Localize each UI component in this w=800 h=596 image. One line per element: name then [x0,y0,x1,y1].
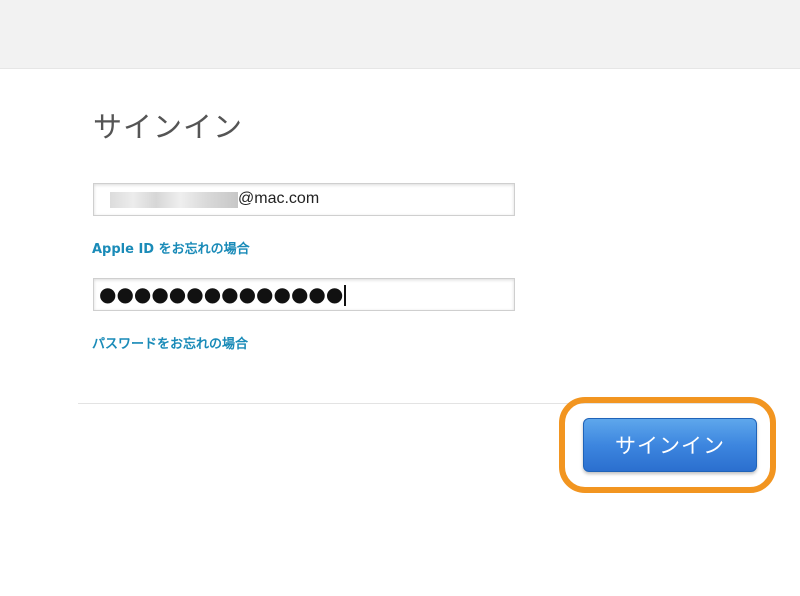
text-caret [344,285,346,306]
forgot-apple-id-link[interactable]: Apple ID をお忘れの場合 [92,238,250,257]
email-domain-text: @mac.com [238,190,320,207]
password-input[interactable]: ●●●●●●●●●●●●●● [93,278,515,311]
page-title: サインイン [93,110,244,144]
apple-id-input[interactable]: @mac.com [93,183,515,216]
top-bar [0,0,800,69]
password-masked-value: ●●●●●●●●●●●●●● [99,282,344,306]
redacted-email-username [110,192,238,208]
forgot-password-link[interactable]: パスワードをお忘れの場合 [92,333,248,352]
signin-button[interactable]: サインイン [583,418,757,472]
